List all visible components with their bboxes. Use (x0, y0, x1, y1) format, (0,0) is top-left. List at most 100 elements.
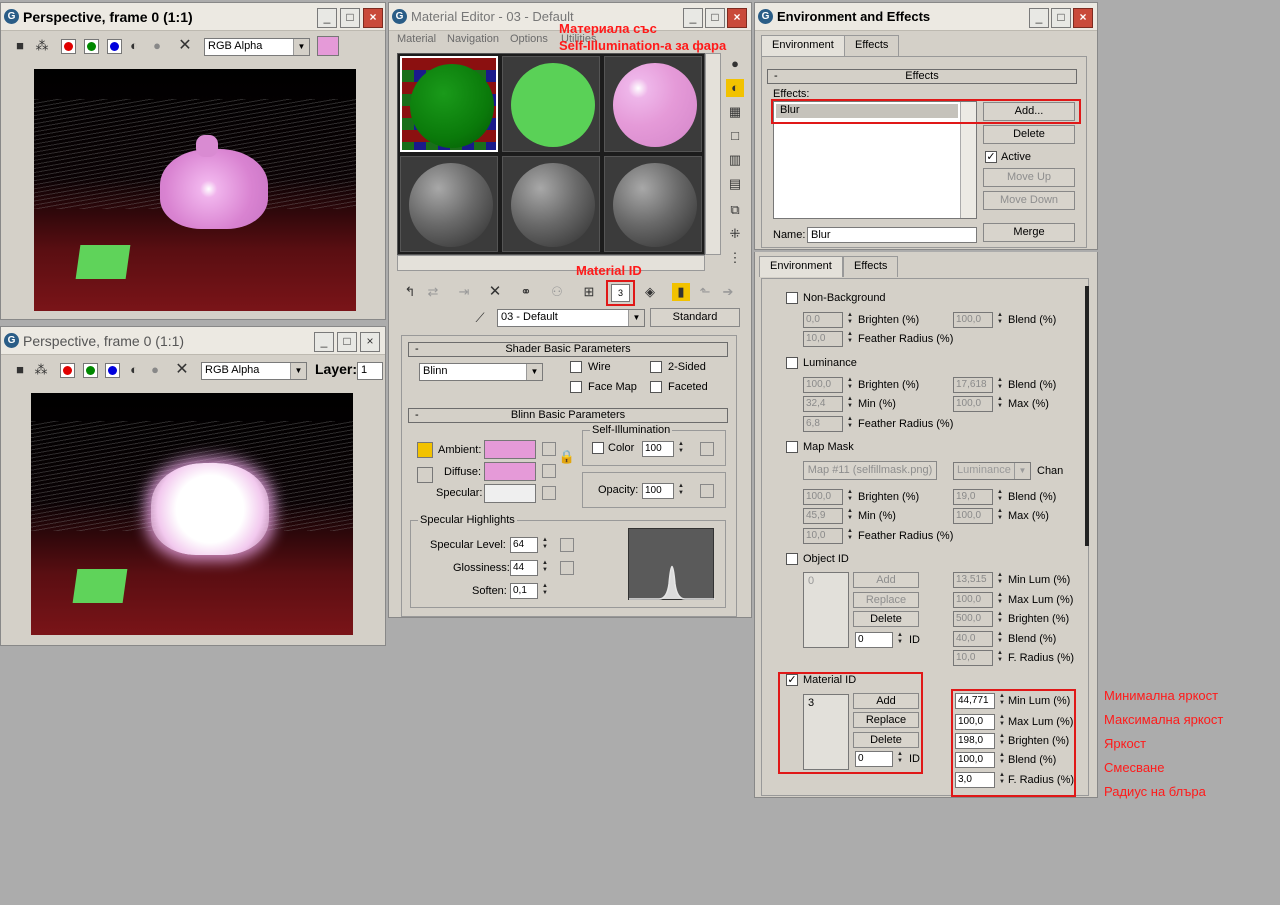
sample-slot-3[interactable] (604, 56, 702, 152)
add-effect-button[interactable]: Add... (983, 102, 1075, 121)
assign-material-icon[interactable]: ⇥ (455, 283, 473, 301)
blue-channel-toggle[interactable] (107, 39, 122, 54)
nb-feather-spinner[interactable]: ▲ ▼ (845, 331, 855, 347)
material-id-add-button[interactable]: Add (853, 693, 919, 709)
specular-level-value[interactable]: 64 (510, 537, 538, 553)
opacity-map-button[interactable] (700, 484, 714, 498)
specular-level-map-button[interactable] (560, 538, 574, 552)
horizontal-scrollbar[interactable] (397, 255, 705, 271)
sample-slot-2[interactable] (502, 56, 600, 152)
face-map-checkbox[interactable] (570, 381, 582, 393)
red-channel-toggle[interactable] (61, 39, 76, 54)
object-id-checkbox[interactable] (786, 553, 798, 565)
oid-min-lum-spinner[interactable]: ▲ ▼ (995, 572, 1005, 588)
oid-fradius-input[interactable]: 10,0 (953, 650, 993, 666)
menu-navigation[interactable]: Navigation (447, 33, 499, 45)
lum-max-input[interactable]: 100,0 (953, 396, 993, 412)
mid-brighten-input[interactable]: 198,0 (955, 733, 995, 749)
reset-icon[interactable]: ✕ (486, 283, 504, 301)
glossiness-map-button[interactable] (560, 561, 574, 575)
menu-options[interactable]: Options (510, 33, 548, 45)
alpha-dot-icon[interactable]: ● (148, 37, 166, 55)
diffuse-color-swatch[interactable] (484, 462, 536, 481)
channel-select[interactable]: RGB Alpha ▼ (204, 38, 310, 56)
glossiness-spinner[interactable]: ▲ ▼ (540, 560, 550, 576)
maximize-button[interactable]: □ (337, 332, 357, 352)
mm-brighten-input[interactable]: 100,0 (803, 489, 843, 505)
material-navigator-icon[interactable]: ⋮ (726, 249, 744, 267)
luminance-checkbox[interactable] (786, 357, 798, 369)
mm-feather-spinner[interactable]: ▲ ▼ (845, 528, 855, 544)
material-id-channel-button[interactable]: 3 (611, 284, 630, 302)
layer-input[interactable]: 1 (357, 362, 383, 380)
close-button[interactable]: × (360, 332, 380, 352)
oid-fradius-spinner[interactable]: ▲ ▼ (995, 650, 1005, 666)
lum-feather-input[interactable]: 6,8 (803, 416, 843, 432)
lock-icon[interactable]: 🔒 (558, 448, 576, 466)
oid-brighten-spinner[interactable]: ▲ ▼ (995, 611, 1005, 627)
mid-max-lum-spinner[interactable]: ▲ ▼ (997, 714, 1007, 730)
merge-button[interactable]: Merge (983, 223, 1075, 242)
close-button[interactable]: × (363, 8, 383, 28)
specular-map-button[interactable] (542, 486, 556, 500)
nb-feather-input[interactable]: 10,0 (803, 331, 843, 347)
mid-min-lum-input[interactable]: 44,771 (955, 693, 995, 709)
lum-blend-input[interactable]: 17,618 (953, 377, 993, 393)
minimize-button[interactable]: _ (314, 332, 334, 352)
oid-brighten-input[interactable]: 500,0 (953, 611, 993, 627)
title-bar[interactable]: G Environment and Effects _ □ × (755, 3, 1097, 31)
mask-channel-select[interactable]: Luminance ▼ (953, 462, 1031, 480)
nb-blend-spinner[interactable]: ▲ ▼ (995, 312, 1005, 328)
eyedropper-icon[interactable]: ⟋ (471, 309, 489, 327)
channel-select[interactable]: RGB Alpha ▼ (201, 362, 307, 380)
title-bar[interactable]: G Perspective, frame 0 (1:1) _ □ × (1, 3, 385, 31)
glossiness-value[interactable]: 44 (510, 560, 538, 576)
oid-blend-spinner[interactable]: ▲ ▼ (995, 631, 1005, 647)
alpha-dot-icon[interactable]: ● (146, 361, 164, 379)
self-illum-map-button[interactable] (700, 442, 714, 456)
effects-rollup[interactable]: - Effects (767, 69, 1077, 84)
green-channel-toggle[interactable] (84, 39, 99, 54)
map-mask-checkbox[interactable] (786, 441, 798, 453)
material-id-list[interactable]: 3 (803, 694, 849, 770)
diffuse-map-button[interactable] (542, 464, 556, 478)
mid-fradius-spinner[interactable]: ▲ ▼ (997, 772, 1007, 788)
faceted-checkbox[interactable] (650, 381, 662, 393)
move-down-button[interactable]: Move Down (983, 191, 1075, 210)
mm-min-spinner[interactable]: ▲ ▼ (845, 508, 855, 524)
specular-color-swatch[interactable] (484, 484, 536, 503)
self-illum-spinner[interactable]: ▲ ▼ (676, 441, 686, 457)
go-to-parent-icon[interactable]: ⬑ (696, 283, 714, 301)
clear-icon[interactable]: ✕ (173, 361, 191, 379)
self-illum-color-checkbox[interactable] (592, 442, 604, 454)
minimize-button[interactable]: _ (1029, 8, 1049, 28)
clone-icon[interactable]: ⁂ (33, 37, 51, 55)
make-unique-icon[interactable]: ⚇ (548, 283, 566, 301)
material-id-spinner[interactable]: ▲ ▼ (895, 751, 905, 767)
vertical-scrollbar[interactable] (705, 53, 721, 255)
make-copy-icon[interactable]: ⚭ (517, 283, 535, 301)
shader-basic-rollup[interactable]: - Shader Basic Parameters (408, 342, 728, 357)
save-icon[interactable]: ■ (11, 37, 29, 55)
tab-effects-2[interactable]: Effects (843, 256, 899, 277)
mono-icon[interactable]: ◐ (125, 37, 143, 55)
mid-max-lum-input[interactable]: 100,0 (955, 714, 995, 730)
sample-slot-6[interactable] (604, 156, 702, 252)
object-id-spinner[interactable]: ▲ ▼ (895, 632, 905, 648)
put-to-scene-icon[interactable]: ⇄ (424, 283, 442, 301)
close-button[interactable]: × (727, 8, 747, 28)
mono-icon[interactable]: ◐ (125, 361, 143, 379)
lock-map-icon[interactable] (417, 467, 433, 483)
material-id-delete-button[interactable]: Delete (853, 732, 919, 748)
oid-blend-input[interactable]: 40,0 (953, 631, 993, 647)
clear-icon[interactable]: ✕ (176, 37, 194, 55)
background-icon[interactable]: ▦ (726, 103, 744, 121)
maximize-button[interactable]: □ (340, 8, 360, 28)
material-id-replace-button[interactable]: Replace (853, 712, 919, 728)
two-sided-checkbox[interactable] (650, 361, 662, 373)
make-preview-icon[interactable]: ▤ (726, 175, 744, 193)
sample-slot-1[interactable] (400, 56, 498, 152)
sample-type-icon[interactable]: ● (726, 55, 744, 73)
lum-feather-spinner[interactable]: ▲ ▼ (845, 416, 855, 432)
show-map-icon[interactable]: ◈ (641, 283, 659, 301)
